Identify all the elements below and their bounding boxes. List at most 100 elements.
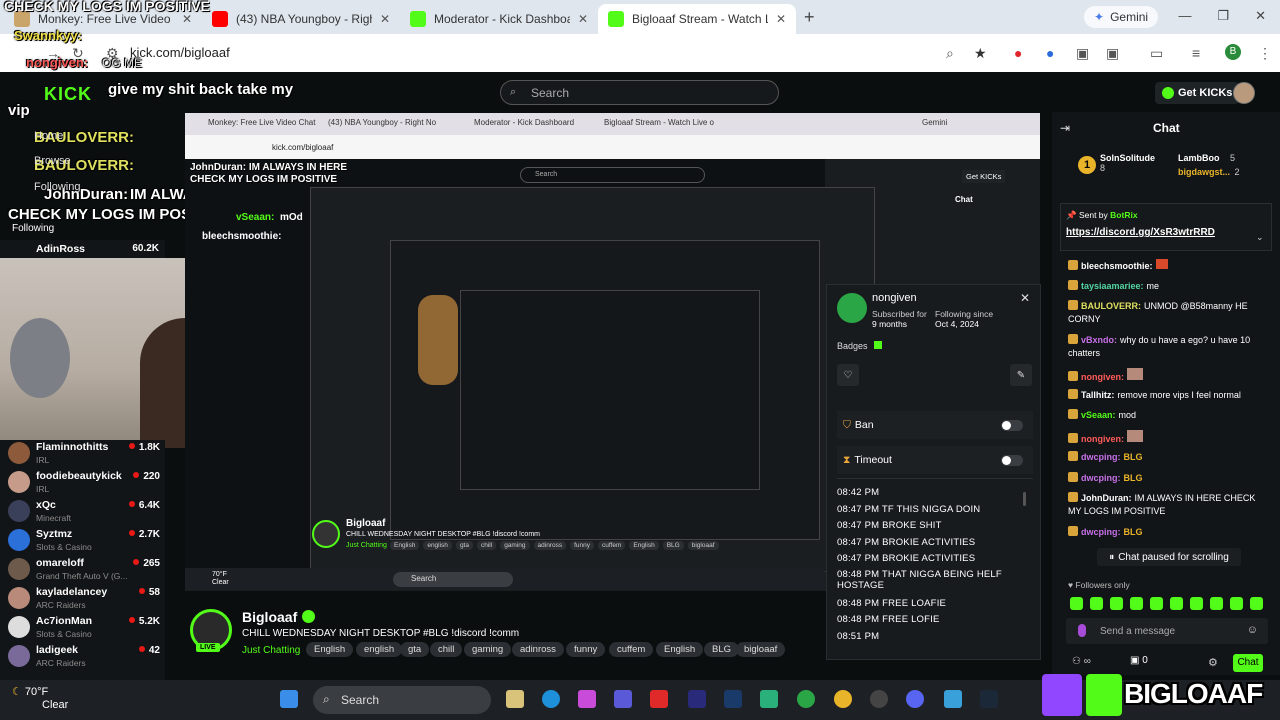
close-tab-icon[interactable]: ✕ [776,12,786,26]
sidebar-item-foodiebeautykick[interactable]: foodiebeautykick IRL 220 [8,469,160,499]
leader-item[interactable]: bigdawgst... 2 [1178,167,1240,177]
sidepanel-icon[interactable]: ▭ [1150,45,1163,62]
microphone-icon[interactable] [1078,624,1086,637]
tag[interactable]: cuffem [609,642,654,657]
discord-icon[interactable] [906,690,924,708]
sidebar-item-xqc[interactable]: xQc Minecraft 6.4K [8,498,160,528]
extension-icon[interactable]: ▣ [1106,45,1119,62]
chrome-icon[interactable] [797,690,815,708]
gemini-button[interactable]: ✦ Gemini [1084,6,1159,28]
new-tab-icon[interactable]: + [804,7,815,28]
tag[interactable]: English [306,642,354,657]
steam-icon[interactable] [980,690,998,708]
pinned-link[interactable]: https://discord.gg/XsR3wtrRRD [1066,227,1215,238]
tag[interactable]: english [356,642,403,657]
get-kicks-button[interactable]: Get KICKs [1155,82,1240,104]
restore-icon[interactable]: ❐ [1217,8,1229,24]
kick-logo[interactable]: KICK [44,84,92,105]
timeout-toggle-row[interactable]: ⧗ Timeout [837,446,1033,474]
bookmark-star-icon[interactable]: ★ [974,45,987,62]
ban-toggle[interactable] [1001,420,1023,431]
app-icon[interactable] [870,690,888,708]
tag[interactable]: English [656,642,704,657]
chat-message[interactable]: Tallhitz: remove more vips I feel normal [1068,389,1268,402]
chat-message[interactable]: BAULOVERR: UNMOD @B58manny HE CORNY [1068,300,1268,326]
emote-button[interactable] [1150,597,1163,610]
sidebar-item-ac7ionman[interactable]: Ac7ionMan Slots & Casino 5.2K [8,614,160,644]
leader-item[interactable]: SolnSolitude 8 [1100,153,1155,173]
search-input[interactable]: ⌕ Search [500,80,779,105]
close-tab-icon[interactable]: ✕ [578,12,588,26]
heart-icon[interactable]: ♡ [837,364,859,386]
extension-icon[interactable]: ▣ [1076,45,1089,62]
tag[interactable]: gaming [464,642,512,657]
nav-following[interactable]: Following [34,181,80,193]
chat-message[interactable]: bleechsmoothie: [1068,259,1268,273]
chat-message[interactable]: nongiven: [1068,368,1268,384]
emote-button[interactable] [1170,597,1183,610]
teams-icon[interactable] [614,690,632,708]
nav-home[interactable]: Home [34,130,63,142]
message-log[interactable]: 08:42 PM 08:47 PM TF THIS NIGGA DOIN 08:… [837,486,1027,656]
sidebar-item-ladigeek[interactable]: ladigeek ARC Raiders 42 [8,643,160,673]
tag[interactable]: gta [400,642,430,657]
profile-avatar[interactable]: B [1225,44,1241,60]
tag[interactable]: BLG [704,642,740,657]
pin-icon[interactable]: ✎ [1010,364,1032,386]
sidebar-item-flaminnothitts[interactable]: Flaminnothitts IRL 1.8K [8,440,160,470]
app-icon[interactable] [760,690,778,708]
chat-message[interactable]: vSeaan: mod [1068,409,1268,422]
close-tab-icon[interactable]: ✕ [380,12,390,26]
app-icon[interactable] [650,690,668,708]
chat-message[interactable]: vBxndo: why do u have a ego? u have 10 ch… [1068,334,1268,360]
chat-paused-banner[interactable]: ⏸ Chat paused for scrolling [1097,548,1241,566]
streamer-name[interactable]: Bigloaaf [242,609,297,625]
chat-input[interactable]: Send a message ☺ [1066,618,1268,644]
emote-button[interactable] [1230,597,1243,610]
ban-toggle-row[interactable]: ⛉ Ban [837,411,1033,439]
tag[interactable]: adinross [512,642,564,657]
emote-button[interactable] [1190,597,1203,610]
app-icon[interactable] [944,690,962,708]
stream-category[interactable]: Just Chatting [242,645,300,656]
leader-item[interactable]: LambBoo 5 [1178,153,1235,163]
log-scrollbar[interactable] [1023,492,1026,506]
copilot-icon[interactable] [578,690,596,708]
url-field[interactable]: kick.com/bigloaaf [130,45,230,60]
close-tab-icon[interactable]: ✕ [182,12,192,26]
tag[interactable]: chill [430,642,463,657]
emoji-icon[interactable]: ☺ [1247,624,1258,636]
premiere-icon[interactable] [688,690,706,708]
sidebar-item-kayladelancey[interactable]: kayladelancey ARC Raiders 58 [8,585,160,615]
emote-button[interactable] [1110,597,1123,610]
sidebar-item-syztmz[interactable]: Syztmz Slots & Casino 2.7K [8,527,160,557]
windows-start-icon[interactable] [280,690,298,708]
chevron-down-icon[interactable]: ⌄ [1256,232,1264,243]
chat-message[interactable]: nongiven: [1068,430,1268,446]
extension-icon[interactable]: ● [1046,45,1054,61]
weather-widget[interactable]: ☾ 70°F Clear [12,686,68,712]
timeout-toggle[interactable] [1001,455,1023,466]
emote-button[interactable] [1250,597,1263,610]
menu-icon[interactable]: ⋮ [1258,45,1272,62]
sidebar-item-adinross[interactable]: AdinRoss [36,243,85,255]
close-window-icon[interactable]: ✕ [1255,8,1266,24]
sidebar-item-omareloff[interactable]: omareloff Grand Theft Auto V (G... 265 [8,556,160,586]
emote-button[interactable] [1210,597,1223,610]
browser-tab-dashboard[interactable]: Moderator - Kick Dashboard ✕ [400,4,598,34]
photoshop-icon[interactable] [724,690,742,708]
chat-message[interactable]: JohnDuran: IM ALWAYS IN HERE CHECK MY LOG… [1068,492,1268,518]
chat-message[interactable]: dwcping: BLG [1068,526,1268,539]
chat-message[interactable]: dwcping: BLG [1068,451,1268,464]
chat-message[interactable]: dwcping: BLG [1068,472,1268,485]
collapse-chat-icon[interactable]: ⇥ [1060,121,1070,135]
nav-browse[interactable]: Browse [34,155,71,167]
zoom-icon[interactable]: ⌕ [946,45,954,62]
browser-tab-bigloaaf[interactable]: Bigloaaf Stream - Watch Live on ✕ [598,4,796,34]
downloads-icon[interactable]: ≡ [1192,45,1200,61]
minimize-icon[interactable]: — [1178,8,1191,24]
extension-icon[interactable]: ● [1014,45,1022,61]
close-icon[interactable]: ✕ [1020,291,1030,305]
tag[interactable]: bigloaaf [736,642,786,657]
chrome-icon[interactable] [834,690,852,708]
